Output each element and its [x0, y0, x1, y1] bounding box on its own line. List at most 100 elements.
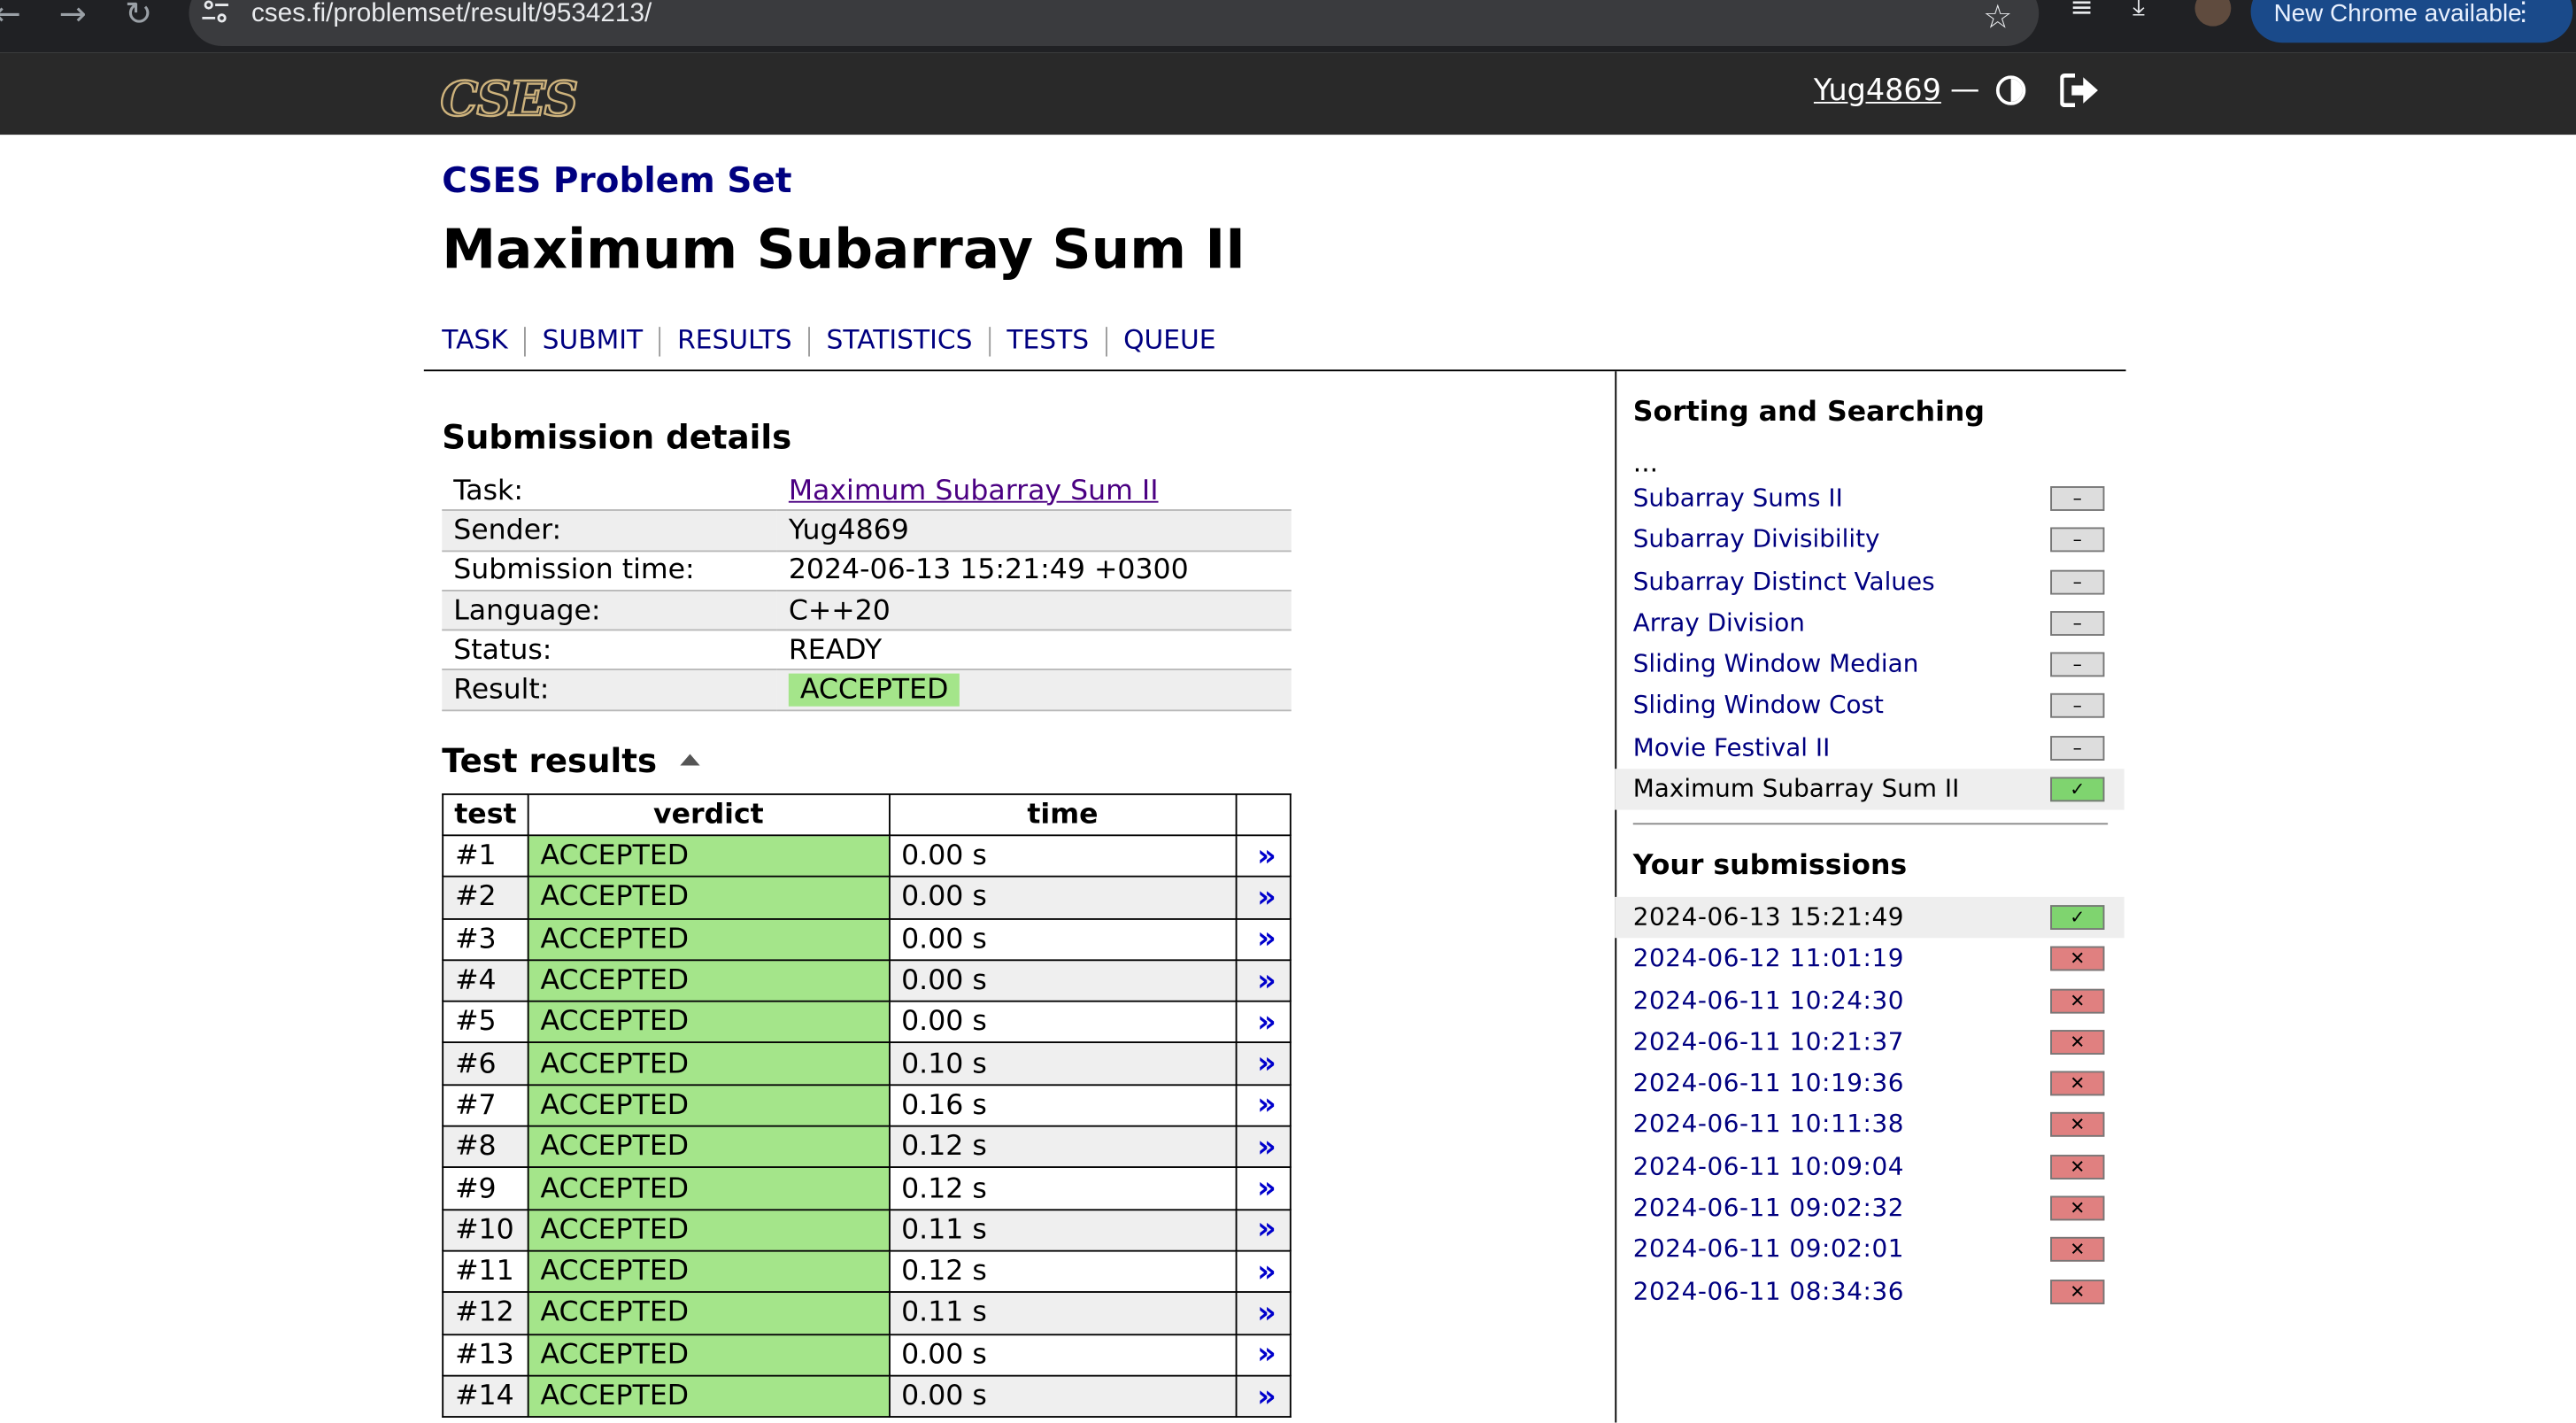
sidebar-problem-item[interactable]: Sliding Window Cost –	[1633, 685, 2125, 727]
view-test-link[interactable]: »	[1235, 834, 1292, 878]
double-chevron-icon[interactable]: »	[1257, 1005, 1276, 1040]
new-chrome-label: New Chrome available	[2273, 0, 2522, 28]
double-chevron-icon[interactable]: »	[1257, 1172, 1276, 1206]
submission-item[interactable]: 2024-06-11 08:34:36 ✕	[1633, 1271, 2125, 1312]
problem-link[interactable]: Maximum Subarray Sum II	[1633, 774, 1960, 803]
submission-link[interactable]: 2024-06-11 09:02:01	[1633, 1234, 1904, 1264]
problem-set-title[interactable]: CSES Problem Set	[442, 161, 791, 201]
view-test-link[interactable]: »	[1235, 917, 1292, 962]
submission-item[interactable]: 2024-06-11 10:19:36 ✕	[1633, 1063, 2125, 1105]
submission-item[interactable]: 2024-06-13 15:21:49 ✓	[1615, 896, 2125, 939]
submission-item[interactable]: 2024-06-11 10:09:04 ✕	[1633, 1146, 2125, 1187]
submission-link[interactable]: 2024-06-13 15:21:49	[1633, 901, 1904, 931]
back-icon[interactable]: ←	[0, 0, 21, 33]
double-chevron-icon[interactable]: »	[1257, 1047, 1276, 1081]
double-chevron-icon[interactable]: »	[1257, 963, 1276, 998]
view-test-link[interactable]: »	[1235, 1001, 1292, 1044]
problem-status-icon: –	[2050, 486, 2105, 511]
address-bar[interactable]: cses.fi/problemset/result/9534213/ ☆	[189, 0, 2040, 46]
submission-link[interactable]: 2024-06-11 10:24:30	[1633, 985, 1904, 1014]
view-test-link[interactable]: »	[1235, 1166, 1292, 1210]
task-link[interactable]: Maximum Subarray Sum II	[789, 474, 1159, 507]
double-chevron-icon[interactable]: »	[1257, 1213, 1276, 1248]
submission-item[interactable]: 2024-06-11 09:02:32 ✕	[1633, 1187, 2125, 1229]
submission-link[interactable]: 2024-06-11 10:21:37	[1633, 1026, 1904, 1056]
sidebar-problem-item[interactable]: Movie Festival II –	[1633, 727, 2125, 769]
url-text[interactable]: cses.fi/problemset/result/9534213/	[251, 0, 652, 29]
view-test-link[interactable]: »	[1235, 1208, 1292, 1252]
double-chevron-icon[interactable]: »	[1257, 1088, 1276, 1123]
problem-link[interactable]: Sliding Window Cost	[1633, 691, 1884, 720]
view-test-link[interactable]: »	[1235, 959, 1292, 1002]
problem-link[interactable]: Subarray Sums II	[1633, 483, 1843, 512]
view-test-link[interactable]: »	[1235, 1249, 1292, 1294]
double-chevron-icon[interactable]: »	[1257, 1379, 1276, 1413]
double-chevron-icon[interactable]: »	[1257, 1130, 1276, 1164]
submission-link[interactable]: 2024-06-11 08:34:36	[1633, 1276, 1904, 1305]
nav-tests[interactable]: TESTS	[1006, 323, 1089, 354]
submission-status-icon: ✕	[2050, 988, 2105, 1013]
nav-statistics[interactable]: STATISTICS	[827, 323, 973, 354]
forward-icon[interactable]: →	[59, 0, 87, 33]
view-test-link[interactable]: »	[1235, 1291, 1292, 1335]
double-chevron-icon[interactable]: »	[1257, 1296, 1276, 1331]
problem-link[interactable]: Sliding Window Median	[1633, 649, 1919, 678]
submission-item[interactable]: 2024-06-11 09:02:01 ✕	[1633, 1229, 2125, 1271]
table-row: #6 ACCEPTED 0.10 s »	[442, 1042, 1292, 1086]
double-chevron-icon[interactable]: »	[1257, 839, 1276, 873]
nav-submit[interactable]: SUBMIT	[543, 323, 643, 354]
submission-status-icon: ✕	[2050, 1279, 2105, 1304]
submission-item[interactable]: 2024-06-11 10:11:38 ✕	[1633, 1105, 2125, 1147]
submission-link[interactable]: 2024-06-11 09:02:32	[1633, 1193, 1904, 1222]
nav-task[interactable]: TASK	[442, 323, 507, 354]
submission-details-heading: Submission details	[442, 417, 792, 457]
cses-logo[interactable]: CSES	[439, 70, 579, 128]
test-number: #1	[442, 834, 529, 878]
double-chevron-icon[interactable]: »	[1257, 1337, 1276, 1372]
view-test-link[interactable]: »	[1235, 1042, 1292, 1086]
view-test-link[interactable]: »	[1235, 1125, 1292, 1169]
sidebar-problem-item[interactable]: Maximum Subarray Sum II ✓	[1615, 769, 2125, 811]
sidebar-problem-item[interactable]: Subarray Distinct Values –	[1633, 561, 2125, 603]
double-chevron-icon[interactable]: »	[1257, 880, 1276, 915]
test-number: #14	[442, 1374, 529, 1419]
submission-item[interactable]: 2024-06-11 10:21:37 ✕	[1633, 1022, 2125, 1063]
problem-link[interactable]: Subarray Distinct Values	[1633, 566, 1935, 595]
sidebar-problem-item[interactable]: Subarray Sums II –	[1633, 478, 2125, 520]
sidebar-problem-list: Subarray Sums II – Subarray Divisibility – S…	[1615, 478, 2125, 811]
view-test-link[interactable]: »	[1235, 1374, 1292, 1419]
problem-link[interactable]: Subarray Divisibility	[1633, 524, 1880, 553]
nav-queue[interactable]: QUEUE	[1123, 323, 1215, 354]
problem-link[interactable]: Array Division	[1633, 607, 1805, 637]
more-menu-icon[interactable]: ⋮	[2510, 0, 2537, 28]
view-test-link[interactable]: »	[1235, 876, 1292, 920]
nav-results[interactable]: RESULTS	[677, 323, 791, 354]
sidebar-problem-item[interactable]: Sliding Window Median –	[1633, 645, 2125, 686]
download-icon[interactable]: ⤓	[2133, 0, 2145, 23]
new-chrome-button[interactable]: New Chrome available ⋮	[2250, 0, 2573, 43]
reload-icon[interactable]: ↻	[125, 0, 152, 33]
double-chevron-icon[interactable]: »	[1257, 922, 1276, 956]
logout-icon[interactable]	[2060, 73, 2100, 109]
view-test-link[interactable]: »	[1235, 1333, 1292, 1377]
view-test-link[interactable]: »	[1235, 1083, 1292, 1127]
submission-link[interactable]: 2024-06-11 10:09:04	[1633, 1151, 1904, 1180]
test-results-heading[interactable]: Test results	[442, 741, 657, 781]
submission-item[interactable]: 2024-06-11 10:24:30 ✕	[1633, 980, 2125, 1022]
problem-link[interactable]: Movie Festival II	[1633, 732, 1831, 762]
sidebar-problem-item[interactable]: Subarray Divisibility –	[1633, 520, 2125, 561]
profile-avatar[interactable]	[2194, 0, 2232, 27]
submission-link[interactable]: 2024-06-11 10:11:38	[1633, 1110, 1904, 1139]
table-row: #7 ACCEPTED 0.16 s »	[442, 1083, 1292, 1127]
submission-item[interactable]: 2024-06-12 11:01:19 ✕	[1633, 939, 2125, 980]
username-link[interactable]: Yug4869	[1814, 73, 1941, 108]
sidebar-problem-item[interactable]: Array Division –	[1633, 603, 2125, 645]
site-settings-icon[interactable]	[202, 0, 228, 23]
theme-toggle-icon[interactable]	[1995, 75, 2026, 105]
submission-link[interactable]: 2024-06-11 10:19:36	[1633, 1068, 1904, 1097]
bookmark-star-icon[interactable]: ☆	[1983, 0, 2012, 36]
reading-list-icon[interactable]: ≡	[2070, 0, 2093, 25]
submission-link[interactable]: 2024-06-12 11:01:19	[1633, 943, 1904, 972]
collapse-triangle-icon[interactable]	[680, 754, 700, 766]
double-chevron-icon[interactable]: »	[1257, 1255, 1276, 1289]
